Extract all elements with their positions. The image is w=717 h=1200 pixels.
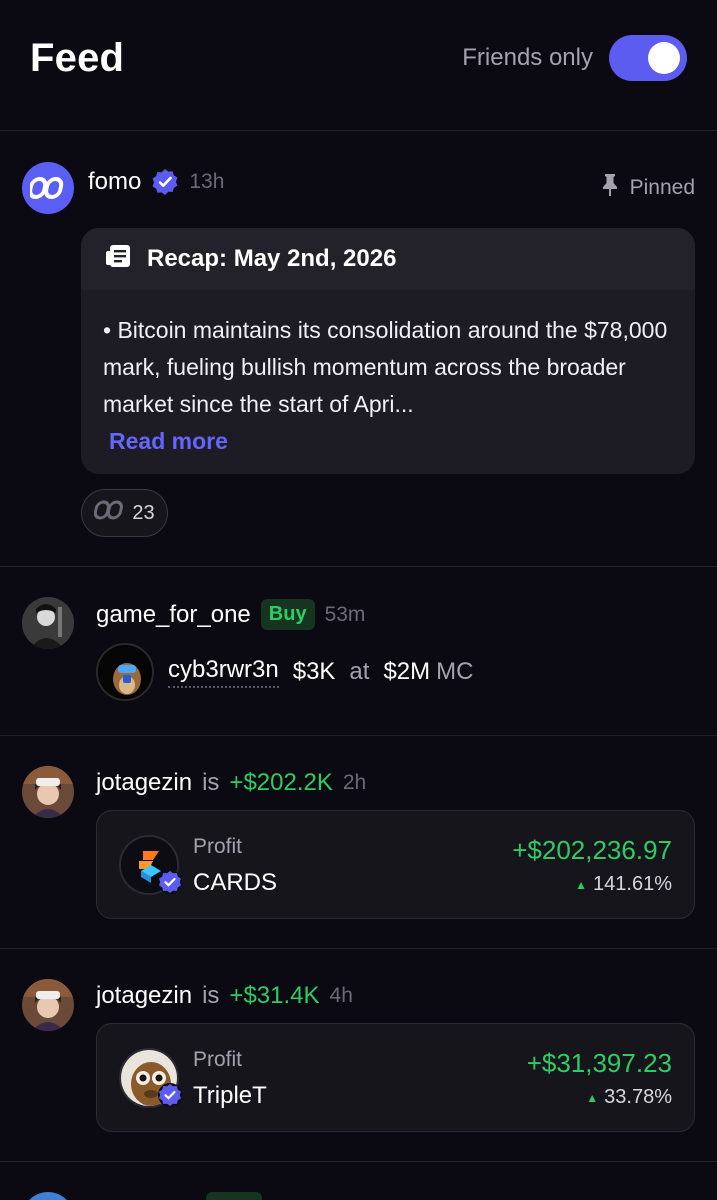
profit-card[interactable]: Profit CARDS +$202,236.97 ▲ 141.61% xyxy=(96,810,695,919)
post-meta: fomo 13h xyxy=(88,168,224,196)
toggle-knob xyxy=(648,42,680,74)
friends-only-toggle[interactable] xyxy=(609,35,687,81)
profit-percent: ▲ 141.61% xyxy=(575,873,672,896)
profit-label: Profit xyxy=(193,1048,243,1071)
post-meta: jotagezin is +$202.2K 2h xyxy=(96,769,366,797)
profit-percent: ▲ 33.78% xyxy=(586,1086,672,1109)
market-cap-value: $2M xyxy=(383,658,431,685)
gain-amount: +$31.4K xyxy=(229,982,320,1009)
reaction-button[interactable]: 23 xyxy=(81,489,168,537)
feed-header: Feed Friends only xyxy=(0,0,717,131)
feed-post-recap: fomo 13h Pinned Recap: May 2nd, 2026 • B… xyxy=(0,131,717,567)
is-label: is xyxy=(202,769,220,796)
friends-only-label: Friends only xyxy=(462,44,593,71)
avatar-jotagezin[interactable] xyxy=(22,766,74,818)
trade-amount: $3K xyxy=(292,658,336,685)
verified-badge-icon xyxy=(157,1082,183,1108)
pinned-label: Pinned xyxy=(629,176,695,199)
fomo-reaction-icon xyxy=(94,500,126,526)
up-triangle-icon: ▲ xyxy=(575,877,588,892)
recap-body: • Bitcoin maintains its consolidation ar… xyxy=(81,290,695,460)
trade-row: cyb3rwr3n $3K at $2M MC xyxy=(96,643,473,701)
username[interactable]: fomo xyxy=(88,168,141,196)
recap-header: Recap: May 2nd, 2026 xyxy=(81,228,695,290)
post-meta: game_for_one Buy 53m xyxy=(96,599,365,630)
avatar-partial[interactable] xyxy=(22,1192,74,1200)
recap-title: Recap: May 2nd, 2026 xyxy=(147,245,397,272)
verified-badge-icon xyxy=(157,869,183,895)
token-symbol: CARDS xyxy=(193,869,278,896)
token-name[interactable]: cyb3rwr3n xyxy=(168,656,279,688)
profit-amount: +$202,236.97 xyxy=(512,835,672,865)
feed-post-profit: jotagezin is +$202.2K 2h Profit CARDS +$… xyxy=(0,736,717,949)
feed-page: Feed Friends only fomo 13h Pinned Recap:… xyxy=(0,0,717,1200)
profit-percent-value: 141.61% xyxy=(593,873,672,895)
news-icon xyxy=(105,243,133,276)
friends-only-control: Friends only xyxy=(462,35,687,81)
avatar-fomo-logo-icon[interactable] xyxy=(22,162,74,214)
profit-percent-value: 33.78% xyxy=(604,1086,672,1108)
market-cap-label: MC xyxy=(436,658,474,685)
page-title: Feed xyxy=(30,35,125,80)
buy-badge: Buy xyxy=(260,599,315,630)
profit-label: Profit xyxy=(193,835,243,858)
avatar-jotagezin[interactable] xyxy=(22,979,74,1031)
avatar-game-for-one[interactable] xyxy=(22,597,74,649)
username[interactable]: game_for_one xyxy=(96,601,251,629)
is-label: is xyxy=(202,982,220,1009)
post-time: 2h xyxy=(342,771,367,794)
recap-text: • Bitcoin maintains its consolidation ar… xyxy=(103,317,668,417)
read-more-link[interactable]: Read more xyxy=(103,423,673,460)
verified-badge-icon xyxy=(151,168,179,196)
badge-partial xyxy=(206,1192,262,1200)
recap-card[interactable]: Recap: May 2nd, 2026 • Bitcoin maintains… xyxy=(81,228,695,474)
username[interactable]: jotagezin xyxy=(96,769,192,797)
pinned-indicator: Pinned xyxy=(600,173,695,203)
post-time: 13h xyxy=(189,170,225,193)
post-meta: jotagezin is +$31.4K 4h xyxy=(96,982,353,1010)
up-triangle-icon: ▲ xyxy=(586,1090,599,1105)
reaction-count: 23 xyxy=(132,501,155,524)
feed-post-partial xyxy=(0,1162,717,1200)
profit-amount: +$31,397.23 xyxy=(526,1048,672,1078)
post-time: 53m xyxy=(324,602,366,626)
username[interactable]: jotagezin xyxy=(96,982,192,1010)
token-avatar-cyb3rwr3n[interactable] xyxy=(96,643,154,701)
pin-icon xyxy=(600,173,620,203)
feed-post-buy: game_for_one Buy 53m cyb3rwr3n $3K at $2… xyxy=(0,567,717,736)
at-label: at xyxy=(349,658,370,685)
token-symbol: TripleT xyxy=(193,1082,267,1109)
feed-post-profit: jotagezin is +$31.4K 4h Profit TripleT +… xyxy=(0,949,717,1162)
gain-amount: +$202.2K xyxy=(229,769,333,796)
post-time: 4h xyxy=(329,984,353,1007)
profit-card[interactable]: Profit TripleT +$31,397.23 ▲ 33.78% xyxy=(96,1023,695,1132)
